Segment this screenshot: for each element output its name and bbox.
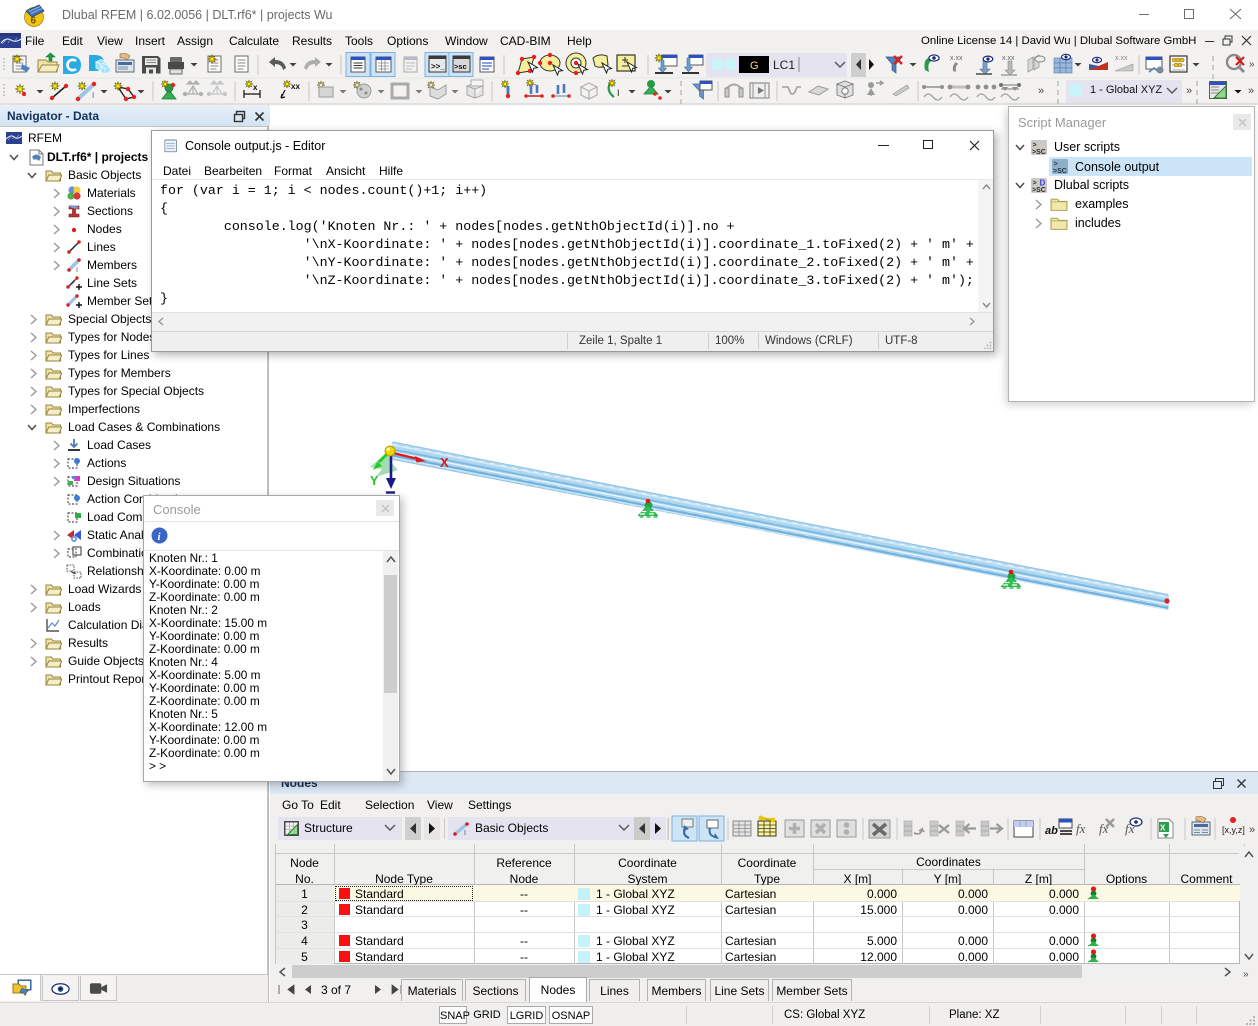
svg-text:»: »: [1038, 85, 1044, 97]
svg-text:»: »: [1186, 85, 1192, 97]
svg-text:[x,y,z]: [x,y,z]: [1222, 825, 1245, 835]
svg-text:1 - Global XYZ: 1 - Global XYZ: [1090, 84, 1162, 96]
svg-text:I: I: [464, 830, 466, 837]
svg-text:I: I: [617, 88, 620, 98]
svg-text:>SC: >SC: [1032, 187, 1046, 194]
svg-text:»: »: [1249, 824, 1255, 836]
svg-text:xx: xx: [291, 82, 300, 91]
svg-text:>: >: [1033, 180, 1037, 187]
svg-text:fx: fx: [1076, 821, 1086, 836]
svg-text:D: D: [1040, 179, 1046, 188]
svg-text:>: >: [1054, 161, 1058, 168]
svg-text:Y: Y: [370, 474, 379, 488]
svg-text:»: »: [1248, 85, 1254, 97]
svg-text:»: »: [1249, 59, 1255, 70]
svg-text:>sc: >sc: [454, 62, 467, 71]
svg-text:LC1: LC1: [773, 58, 795, 72]
svg-text:X: X: [1160, 824, 1166, 833]
svg-text:6: 6: [31, 16, 37, 27]
svg-text:>SC: >SC: [1032, 149, 1046, 156]
svg-text:ab: ab: [1045, 825, 1058, 837]
svg-text:I: I: [92, 91, 94, 100]
svg-text:»: »: [1243, 969, 1249, 978]
svg-text:x.xx: x.xx: [950, 55, 963, 62]
svg-text:G: G: [750, 60, 759, 72]
svg-text:>: >: [1033, 142, 1037, 149]
svg-text:x.xx: x.xx: [1115, 55, 1128, 62]
svg-text:x: x: [253, 83, 258, 92]
svg-text:fx: fx: [1099, 821, 1109, 836]
svg-text:X: X: [440, 455, 449, 470]
svg-text:I: I: [76, 267, 78, 274]
svg-text:>SC: >SC: [1053, 168, 1067, 175]
svg-text:>>_: >>_: [431, 62, 445, 71]
